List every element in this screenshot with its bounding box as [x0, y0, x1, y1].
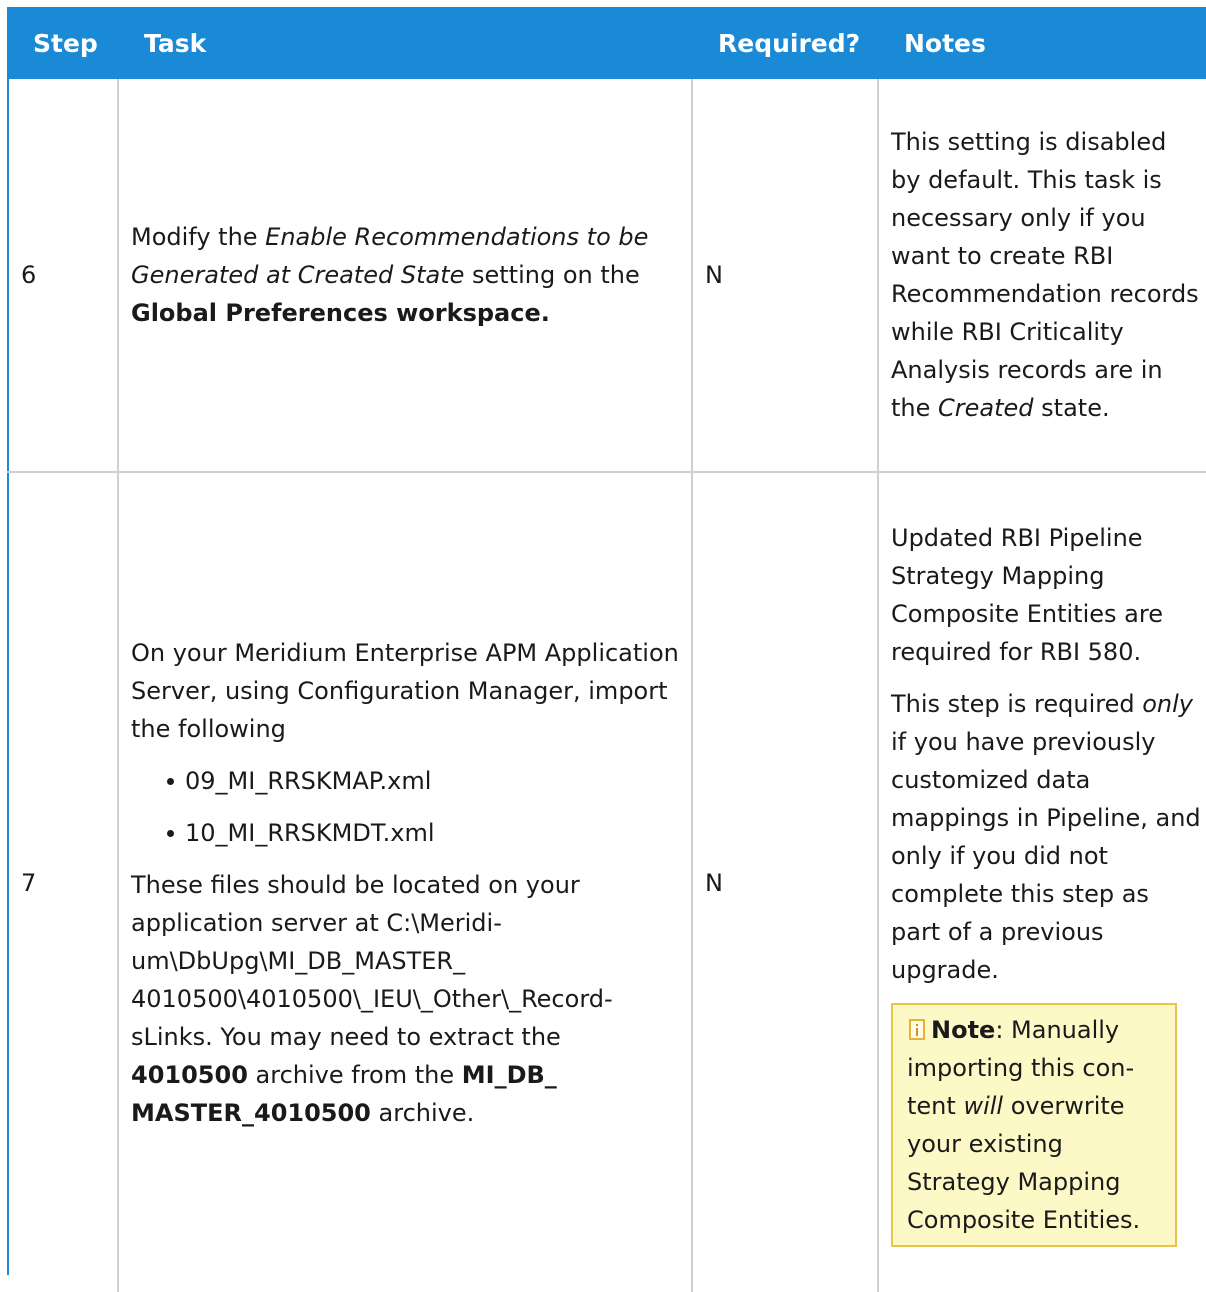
step-number: 7 — [7, 472, 119, 1292]
file-list-item: 09_MI_RRSKMAP.xml — [167, 762, 681, 800]
emphasis-text: only — [1142, 689, 1193, 718]
file-location-paragraph: These files should be located on your ap… — [131, 866, 681, 1132]
column-header-required: Required? — [692, 7, 878, 79]
note-label: Note — [931, 1015, 996, 1044]
emphasis-text: will — [963, 1091, 1004, 1120]
notes-paragraph: This step is required only if you have p… — [891, 685, 1202, 989]
column-header-task: Task — [118, 7, 692, 79]
file-list: 09_MI_RRSKMAP.xml 10_MI_RRSKMDT.xml — [131, 762, 681, 852]
archive-name: 4010500 — [131, 1060, 248, 1089]
required-value: N — [692, 472, 879, 1292]
notes-text: This step is required — [891, 689, 1143, 718]
column-header-notes: Notes — [878, 7, 1206, 79]
state-name: Created — [938, 394, 1034, 422]
notes-cell: Updated RBI Pipeline Strategy Mapping Co… — [878, 472, 1206, 1292]
step-number: 6 — [7, 79, 119, 473]
location-text: These files should be located on your ap… — [131, 870, 613, 1051]
task-intro: On your Meridium Enterprise APM Applicat… — [131, 638, 679, 743]
notes-text: This setting is disabled by default. Thi… — [891, 128, 1199, 422]
notes-paragraph: Updated RBI Pipeline Strategy Mapping Co… — [891, 523, 1163, 666]
task-text: Modify the — [131, 223, 266, 251]
task-text: setting on the — [464, 261, 640, 289]
info-note-icon — [909, 1018, 925, 1040]
task-cell: On your Meridium Enterprise APM Applicat… — [118, 472, 693, 1292]
table-header-row: Step Task Required? Notes — [7, 7, 1206, 79]
upgrade-steps-table: Step Task Required? Notes 6 Modify the E… — [7, 7, 1206, 1292]
file-list-item: 10_MI_RRSKMDT.xml — [167, 814, 681, 852]
notes-cell: This setting is disabled by default. Thi… — [878, 79, 1206, 473]
note-callout: Note: Manually importing this con­tent w… — [891, 1002, 1177, 1247]
table-row: 6 Modify the Enable Recommendations to b… — [7, 79, 1206, 473]
notes-text: state. — [1033, 394, 1110, 422]
task-cell: Modify the Enable Recommendations to be … — [118, 79, 693, 473]
location-text: archive from the — [247, 1060, 462, 1089]
table-row: 7 On your Meridium Enterprise APM Applic… — [7, 472, 1206, 1292]
required-value: N — [692, 79, 879, 473]
notes-text: if you have pre­viously customized data … — [891, 727, 1201, 984]
location-text: archive. — [370, 1098, 475, 1127]
column-header-step: Step — [7, 7, 118, 79]
workspace-name: Global Preferences workspace. — [131, 299, 550, 327]
